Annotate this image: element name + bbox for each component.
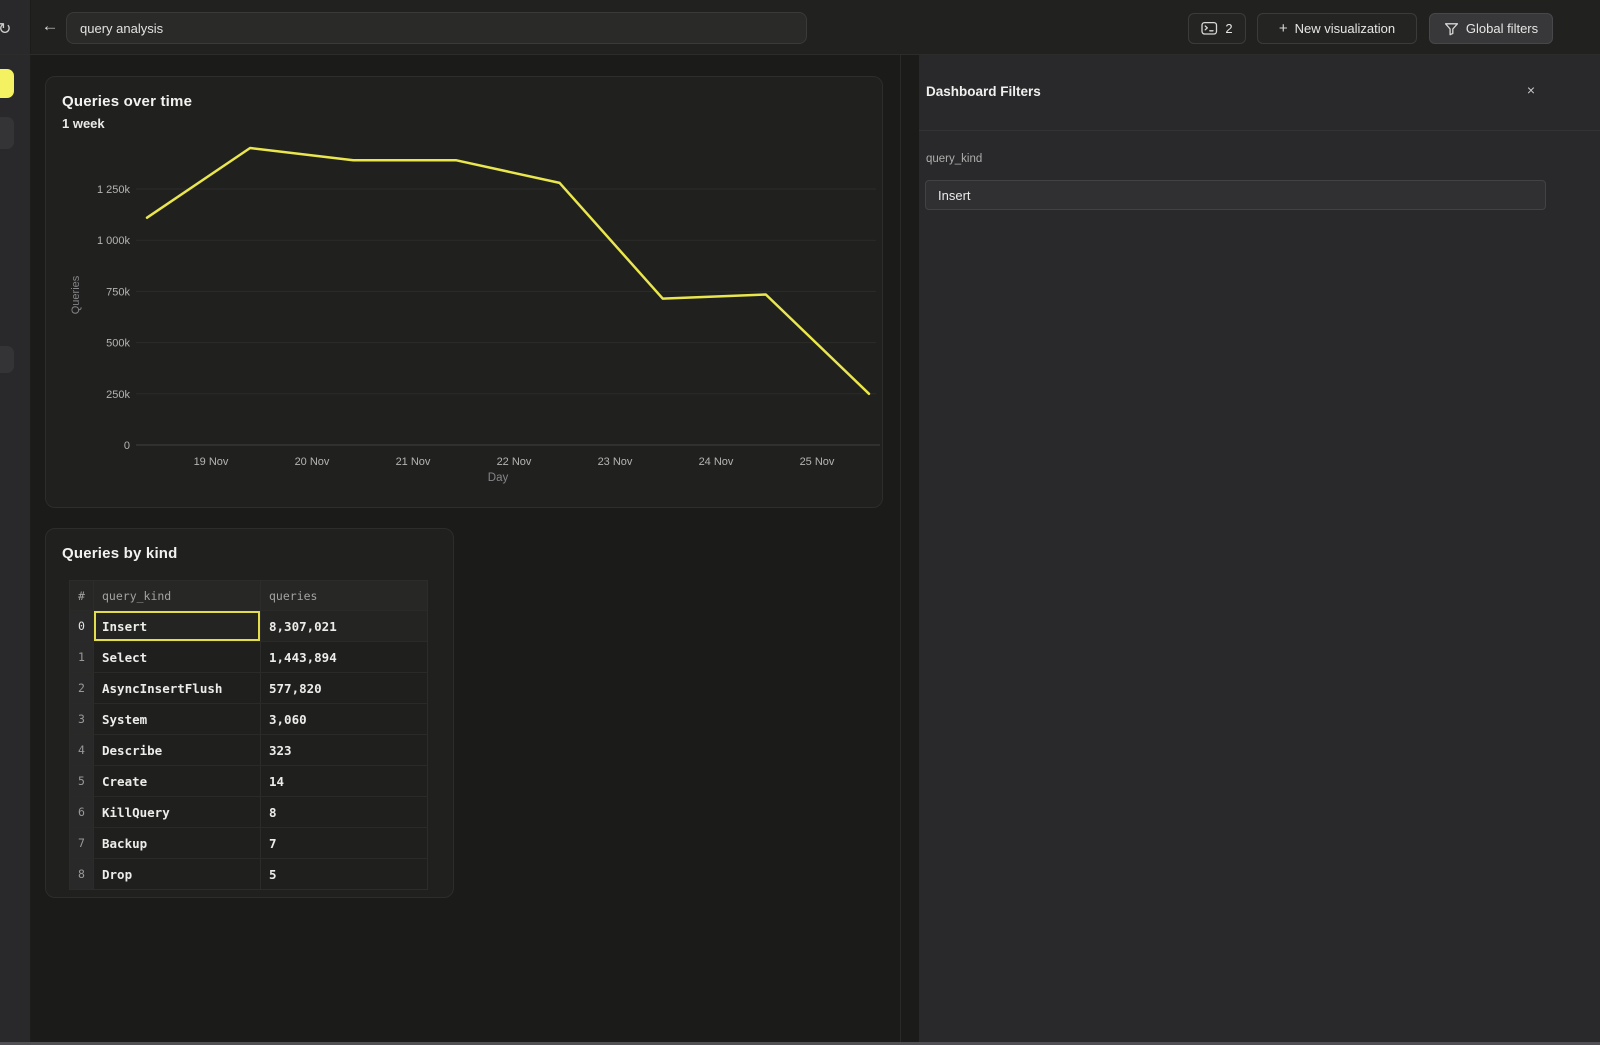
- topbar-divider: [0, 54, 1600, 55]
- x-axis-tick-label: 25 Nov: [800, 456, 835, 468]
- y-axis-tick-label: 0: [124, 440, 130, 452]
- filter-field-input[interactable]: [925, 180, 1546, 210]
- dashboard-title-input[interactable]: [66, 12, 807, 44]
- global-filters-label: Global filters: [1466, 21, 1538, 36]
- close-icon: ×: [1527, 82, 1535, 98]
- table-row: 7Backup7: [70, 827, 427, 858]
- y-axis-tick-label: 1 250k: [97, 184, 131, 196]
- filter-field-label: query_kind: [926, 153, 982, 165]
- row-index-cell: 1: [70, 642, 94, 672]
- x-axis-tick-label: 20 Nov: [295, 456, 330, 468]
- queries-by-kind-card: Queries by kind # query_kind queries 0In…: [45, 528, 454, 898]
- y-axis-title: Queries: [70, 275, 82, 314]
- x-axis-tick-label: 22 Nov: [497, 456, 532, 468]
- x-axis-tick-label: 23 Nov: [598, 456, 633, 468]
- table-row: 2AsyncInsertFlush577,820: [70, 672, 427, 703]
- terminal-icon: [1201, 21, 1218, 36]
- global-filters-button[interactable]: Global filters: [1429, 13, 1553, 44]
- top-bar: ← 2 + New visualization Global fi: [31, 0, 1600, 54]
- line-chart-canvas[interactable]: 0 250k 500k 750k 1 000k 1 250k 19 Nov 20 Nov 21 …: [46, 77, 882, 507]
- sidebar-tile-active[interactable]: [0, 69, 14, 98]
- funnel-icon: [1444, 22, 1459, 36]
- main-content: Queries over time 1 week 0250k500k750k1 …: [31, 55, 919, 1045]
- close-button[interactable]: ×: [1522, 81, 1540, 99]
- sidebar-tile[interactable]: [0, 117, 14, 149]
- query-kind-cell[interactable]: Backup: [94, 828, 261, 858]
- table-header-row: # query_kind queries: [70, 581, 427, 610]
- x-axis-tick-label: 21 Nov: [396, 456, 431, 468]
- queries-value-cell[interactable]: 14: [261, 766, 427, 796]
- queries-over-time-card: Queries over time 1 week 0250k500k750k1 …: [45, 76, 883, 508]
- new-visualization-label: New visualization: [1295, 21, 1395, 36]
- table-row: 4Describe323: [70, 734, 427, 765]
- y-axis-tick-label: 250k: [106, 389, 130, 401]
- app-root: ← 2 + New visualization Global fi: [0, 0, 1600, 1045]
- row-index-cell: 5: [70, 766, 94, 796]
- table-row: 5Create14: [70, 765, 427, 796]
- plus-icon: +: [1279, 21, 1288, 36]
- sidebar-tile[interactable]: [0, 346, 14, 373]
- queries-value-cell[interactable]: 323: [261, 735, 427, 765]
- x-axis-title: Day: [488, 472, 509, 484]
- back-button[interactable]: ←: [39, 15, 61, 37]
- y-axis-tick-label: 1 000k: [97, 235, 131, 247]
- row-index-cell: 3: [70, 704, 94, 734]
- main-panel-divider: [900, 55, 901, 1045]
- queries-value-cell[interactable]: 577,820: [261, 673, 427, 703]
- refresh-history-icon[interactable]: ↻: [0, 19, 11, 39]
- table-row: 0Insert8,307,021: [70, 610, 427, 641]
- table-title: Queries by kind: [62, 545, 178, 562]
- table-row: 1Select1,443,894: [70, 641, 427, 672]
- query-kind-cell[interactable]: AsyncInsertFlush: [94, 673, 261, 703]
- x-axis-tick-label: 19 Nov: [194, 456, 229, 468]
- header-cell-query-kind: query_kind: [94, 581, 261, 610]
- header-cell-queries: queries: [261, 581, 427, 610]
- row-index-cell: 7: [70, 828, 94, 858]
- row-index-cell: 2: [70, 673, 94, 703]
- dashboard-filters-panel: Dashboard Filters × query_kind: [919, 55, 1600, 1045]
- queries-value-cell[interactable]: 8,307,021: [261, 611, 427, 641]
- header-cell-index: #: [70, 581, 94, 610]
- queries-value-cell[interactable]: 3,060: [261, 704, 427, 734]
- left-sidebar: ↻: [0, 0, 31, 1045]
- queries-table: # query_kind queries 0Insert8,307,0211Se…: [69, 580, 428, 890]
- queries-value-cell[interactable]: 7: [261, 828, 427, 858]
- panel-title: Dashboard Filters: [926, 84, 1041, 99]
- tab-count-label: 2: [1225, 21, 1232, 36]
- query-kind-cell[interactable]: Drop: [94, 859, 261, 889]
- y-axis-tick-label: 500k: [106, 338, 130, 350]
- tab-count-button[interactable]: 2: [1188, 13, 1246, 44]
- query-kind-cell[interactable]: Create: [94, 766, 261, 796]
- new-visualization-button[interactable]: + New visualization: [1257, 13, 1417, 44]
- x-axis-tick-label: 24 Nov: [699, 456, 734, 468]
- table-row: 6KillQuery8: [70, 796, 427, 827]
- table-row: 8Drop5: [70, 858, 427, 889]
- query-kind-cell[interactable]: System: [94, 704, 261, 734]
- query-kind-cell[interactable]: Describe: [94, 735, 261, 765]
- y-axis-tick-label: 750k: [106, 286, 130, 298]
- queries-line: [147, 148, 869, 394]
- row-index-cell: 4: [70, 735, 94, 765]
- queries-value-cell[interactable]: 1,443,894: [261, 642, 427, 672]
- table-row: 3System3,060: [70, 703, 427, 734]
- query-kind-cell[interactable]: Select: [94, 642, 261, 672]
- query-kind-cell[interactable]: Insert: [94, 611, 261, 641]
- back-icon: ←: [42, 16, 59, 36]
- panel-divider: [919, 130, 1600, 131]
- row-index-cell: 0: [70, 611, 94, 641]
- row-index-cell: 6: [70, 797, 94, 827]
- row-index-cell: 8: [70, 859, 94, 889]
- queries-value-cell[interactable]: 8: [261, 797, 427, 827]
- query-kind-cell[interactable]: KillQuery: [94, 797, 261, 827]
- queries-value-cell[interactable]: 5: [261, 859, 427, 889]
